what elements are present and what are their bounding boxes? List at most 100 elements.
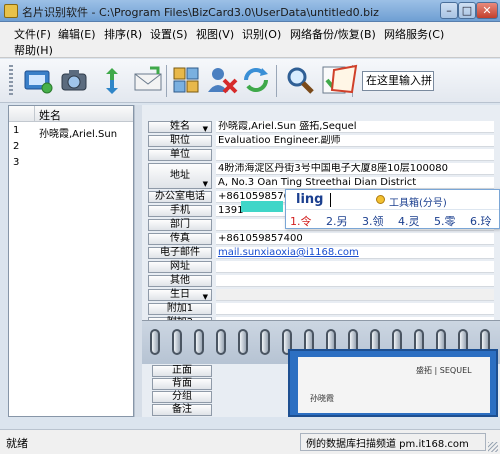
field-label-mobile[interactable]: 手机 — [148, 205, 212, 217]
ime-popup: ling 工具箱(分号) 1.令 2.另 3.领 4.灵 5.零 6.玲 — [285, 189, 500, 229]
field-value-fax[interactable]: +861059857400 — [216, 233, 494, 245]
mail-icon — [134, 66, 162, 91]
menu-backup-restore[interactable]: 网络备份/恢复(B) — [290, 26, 376, 42]
ime-toolbox[interactable]: 工具箱(分号) — [389, 194, 447, 209]
mail-button[interactable] — [132, 64, 164, 96]
tab-group[interactable]: 分组 — [152, 391, 212, 403]
ring-icon — [150, 329, 160, 355]
status-watermark: 例的数据库扫描频道 pm.it168.com — [306, 439, 469, 450]
ime-candidate[interactable]: 5.零 — [434, 213, 456, 229]
scan-card-button[interactable] — [22, 64, 54, 96]
card-image-preview[interactable]: 盛拓 | SEQUEL 孙晓霞 — [288, 349, 498, 417]
field-value-other[interactable] — [216, 275, 494, 287]
dropdown-arrow-icon: ▼ — [202, 125, 208, 133]
maximize-button[interactable]: □ — [458, 2, 476, 19]
field-label-office-phone[interactable]: 办公室电话 — [148, 191, 212, 203]
row-name: 孙晓霞,Ariel.Sun — [39, 129, 118, 140]
field-value-website[interactable] — [216, 261, 494, 273]
field-label-website[interactable]: 网址 — [148, 261, 212, 273]
ring-icon — [260, 329, 270, 355]
search-button[interactable] — [284, 64, 316, 96]
tab-front[interactable]: 正面 — [152, 365, 212, 377]
row-number: 2 — [13, 141, 20, 152]
ime-candidate[interactable]: 3.领 — [362, 213, 384, 229]
user-delete-icon — [208, 68, 238, 94]
ime-candidate[interactable]: 6.玲 — [470, 213, 492, 229]
ime-candidate[interactable]: 2.另 — [326, 213, 348, 229]
panel-splitter[interactable] — [134, 105, 142, 417]
ring-icon — [216, 329, 226, 355]
field-label-other[interactable]: 其他 — [148, 275, 212, 287]
field-label-name[interactable]: 姓名 ▼ — [148, 121, 212, 133]
ime-candidates: 1.令 2.另 3.领 4.灵 5.零 6.玲 — [286, 209, 499, 229]
field-label-extra-1[interactable]: 附加1 — [148, 303, 212, 315]
ime-caret — [330, 193, 331, 207]
delete-user-button[interactable] — [206, 64, 238, 96]
list-item[interactable]: 3 — [9, 156, 133, 171]
field-label-title[interactable]: 职位 — [148, 135, 212, 147]
tab-back[interactable]: 背面 — [152, 378, 212, 390]
dropdown-arrow-icon: ▼ — [202, 293, 208, 301]
resize-grip-icon[interactable] — [488, 442, 498, 452]
field-label-department[interactable]: 部门 — [148, 219, 212, 231]
field-value-name[interactable]: 孙晓霞,Ariel.Sun 盛拓,Sequel — [216, 121, 494, 133]
field-label-birthday[interactable]: 生日 ▼ — [148, 289, 212, 301]
camera-button[interactable] — [58, 64, 90, 96]
layout-button[interactable] — [170, 64, 202, 96]
toolbar-separator — [166, 65, 167, 97]
list-header: 姓名 — [9, 106, 133, 122]
search-icon — [287, 67, 314, 94]
card-logo-text: 盛拓 | SEQUEL — [416, 366, 472, 375]
field-value-title[interactable]: Evaluatioo Engineer.副师 — [216, 135, 494, 147]
list-item[interactable]: 1 孙晓霞,Ariel.Sun — [9, 124, 133, 140]
ime-candidate[interactable]: 1.令 — [290, 213, 312, 229]
bizcard-logo-icon — [330, 64, 358, 94]
field-value-address[interactable]: 4盼沛海淀区丹街3号中国电子大厦8座10层100080 — [216, 163, 494, 175]
menu-help[interactable]: 帮助(H) — [14, 42, 53, 58]
field-value-birthday[interactable] — [216, 289, 494, 301]
field-label-email[interactable]: 电子邮件 — [148, 247, 212, 259]
menu-file[interactable]: 文件(F) — [14, 26, 51, 42]
status-text: 就绪 — [6, 437, 28, 450]
minimize-button[interactable]: – — [440, 2, 458, 19]
menu-sort[interactable]: 排序(R) — [104, 26, 142, 42]
menu-view[interactable]: 视图(V) — [196, 26, 234, 42]
app-icon — [4, 4, 18, 18]
sync-button[interactable] — [96, 64, 128, 96]
field-value-extra-1[interactable] — [216, 303, 494, 315]
card-list: 姓名 1 孙晓霞,Ariel.Sun 2 3 — [8, 105, 134, 417]
card-name-text: 孙晓霞 — [310, 394, 334, 403]
field-value-email[interactable]: mail.sunxiaoxia@i1168.com — [216, 247, 494, 259]
ime-composition: ling — [296, 192, 324, 207]
menu-recognize[interactable]: 识别(O) — [242, 26, 281, 42]
field-label-fax[interactable]: 传真 — [148, 233, 212, 245]
menu-network-service[interactable]: 网络服务(C) — [384, 26, 444, 42]
field-value-address-2[interactable]: A, No.3 Oan Ting Streethai Dian District — [216, 177, 494, 189]
ring-icon — [172, 329, 182, 355]
title-bar: 名片识别软件 - C:\Program Files\BizCard3.0\Use… — [0, 0, 500, 22]
redaction-mask — [241, 201, 283, 212]
status-bar: 就绪 例的数据库扫描频道 pm.it168.com — [0, 429, 500, 454]
ime-candidate[interactable]: 4.灵 — [398, 213, 420, 229]
list-item[interactable]: 2 — [9, 140, 133, 155]
menu-edit[interactable]: 编辑(E) — [58, 26, 96, 42]
field-label-company[interactable]: 单位 — [148, 149, 212, 161]
card-image: 盛拓 | SEQUEL 孙晓霞 — [298, 357, 490, 413]
refresh-button[interactable] — [240, 64, 272, 96]
menu-settings[interactable]: 设置(S) — [150, 26, 188, 42]
field-value-company[interactable] — [216, 149, 494, 161]
field-label-address[interactable]: 地址 ▼ — [148, 163, 212, 189]
menu-bar: 文件(F) 编辑(E) 排序(R) 设置(S) 视图(V) 识别(O) 网络备份… — [0, 22, 500, 58]
ring-icon — [238, 329, 248, 355]
column-header-name[interactable]: 姓名 — [39, 107, 61, 123]
tab-notes[interactable]: 备注 — [152, 404, 212, 416]
refresh-icon — [244, 68, 268, 92]
camera-icon — [61, 70, 87, 91]
toolbar-grip[interactable] — [9, 65, 13, 97]
search-input[interactable]: 在这里输入拼 — [362, 71, 434, 91]
close-button[interactable]: ✕ — [476, 2, 498, 19]
column-separator[interactable] — [34, 106, 35, 122]
row-number: 3 — [13, 157, 20, 168]
toolbar: 在这里输入拼 — [0, 59, 500, 103]
toolbox-icon[interactable] — [376, 195, 385, 204]
